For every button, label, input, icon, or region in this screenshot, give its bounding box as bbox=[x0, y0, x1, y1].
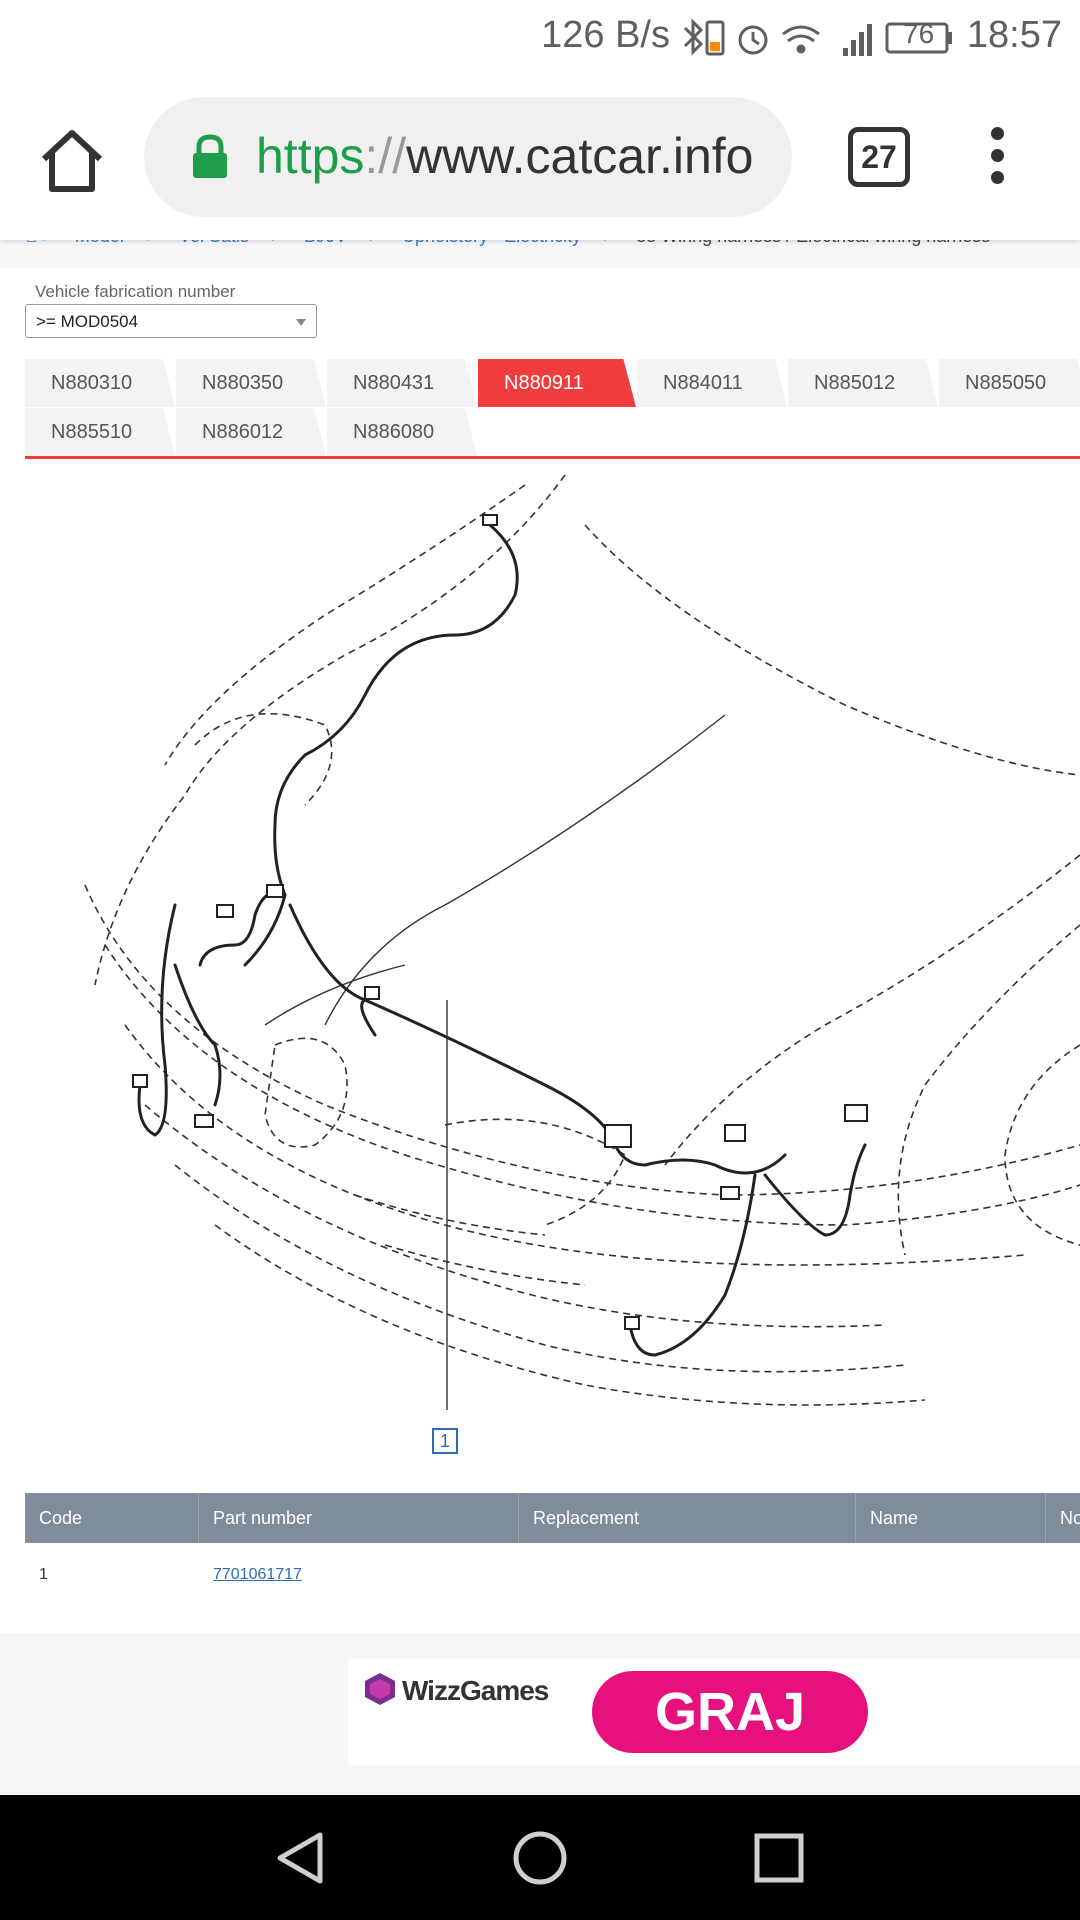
ad-brand: WizzGames bbox=[402, 1675, 549, 1706]
tab-switcher-button[interactable]: 27 bbox=[848, 127, 910, 187]
url-text[interactable]: https://www.catcar.info bbox=[256, 127, 753, 185]
alarm-icon bbox=[738, 25, 768, 55]
url-separator: :// bbox=[364, 128, 407, 184]
tab-n880431[interactable]: N880431 bbox=[327, 359, 477, 407]
status-bar: 126 B/s 76 18:57 bbox=[0, 0, 1080, 75]
ad-cta-button[interactable]: GRAJ bbox=[592, 1671, 868, 1753]
clock: 18:57 bbox=[966, 14, 1062, 56]
url-scheme: https bbox=[256, 128, 365, 184]
fabrication-label: Vehicle fabrication number bbox=[35, 282, 236, 301]
tab-row-1: N880310 N880350 N880431 N880911 N884011 … bbox=[25, 359, 1080, 407]
tab-n885050[interactable]: N885050 bbox=[939, 359, 1080, 407]
header-replacement: Replacement bbox=[519, 1493, 856, 1543]
signal-icon bbox=[843, 24, 872, 56]
wifi-icon bbox=[782, 25, 820, 54]
dropdown-arrow-icon bbox=[296, 319, 306, 326]
tab-n880310[interactable]: N880310 bbox=[25, 359, 175, 407]
header-no: No bbox=[1060, 1508, 1080, 1528]
recents-icon[interactable] bbox=[750, 1829, 808, 1887]
tab-n886080[interactable]: N886080 bbox=[327, 408, 477, 456]
parts-table-header: Code Part number Replacement Name No bbox=[25, 1493, 1080, 1543]
cell-code: 1 bbox=[39, 1566, 48, 1583]
part-number-link[interactable]: 7701061717 bbox=[213, 1566, 302, 1583]
battery-level: 76 bbox=[903, 18, 935, 49]
fabrication-value: >= MOD0504 bbox=[36, 312, 139, 331]
tab-n880911[interactable]: N880911 bbox=[478, 359, 636, 407]
address-bar[interactable]: https://www.catcar.info bbox=[144, 97, 792, 217]
header-code: Code bbox=[25, 1493, 199, 1543]
tab-n885012[interactable]: N885012 bbox=[788, 359, 938, 407]
advertisement[interactable]: WizzGames GRAJ bbox=[348, 1659, 1080, 1765]
fabrication-select[interactable]: >= MOD0504 bbox=[25, 304, 317, 338]
home-icon[interactable] bbox=[36, 125, 108, 197]
bluetooth-icon bbox=[683, 18, 704, 56]
diagram-callout-1[interactable]: 1 bbox=[432, 1428, 458, 1454]
url-host: www.catcar.info bbox=[406, 128, 754, 184]
tab-n880350[interactable]: N880350 bbox=[176, 359, 326, 407]
tab-underline bbox=[25, 456, 1080, 459]
header-name: Name bbox=[856, 1493, 1046, 1543]
back-icon[interactable] bbox=[272, 1829, 330, 1887]
navigation-bar bbox=[0, 1795, 1080, 1920]
wizzgames-logo-icon bbox=[365, 1673, 395, 1705]
tab-n885510[interactable]: N885510 bbox=[25, 408, 175, 456]
tab-n886012[interactable]: N886012 bbox=[176, 408, 326, 456]
browser-toolbar: https://www.catcar.info 27 bbox=[0, 75, 1080, 240]
overflow-menu-icon[interactable] bbox=[982, 127, 1012, 187]
tab-row-2: N885510 N886012 N886080 bbox=[25, 408, 1080, 456]
tab-n884011[interactable]: N884011 bbox=[637, 359, 787, 407]
home-nav-icon[interactable] bbox=[511, 1829, 569, 1887]
header-part-number: Part number bbox=[199, 1493, 519, 1543]
ad-band: WizzGames GRAJ bbox=[0, 1633, 1080, 1795]
wiring-harness-diagram[interactable] bbox=[25, 465, 1080, 1455]
lock-icon bbox=[193, 134, 227, 178]
network-speed: 126 B/s bbox=[541, 14, 670, 56]
table-row: 1 7701061717 bbox=[25, 1555, 1080, 1595]
battery-saver-icon bbox=[705, 20, 725, 56]
